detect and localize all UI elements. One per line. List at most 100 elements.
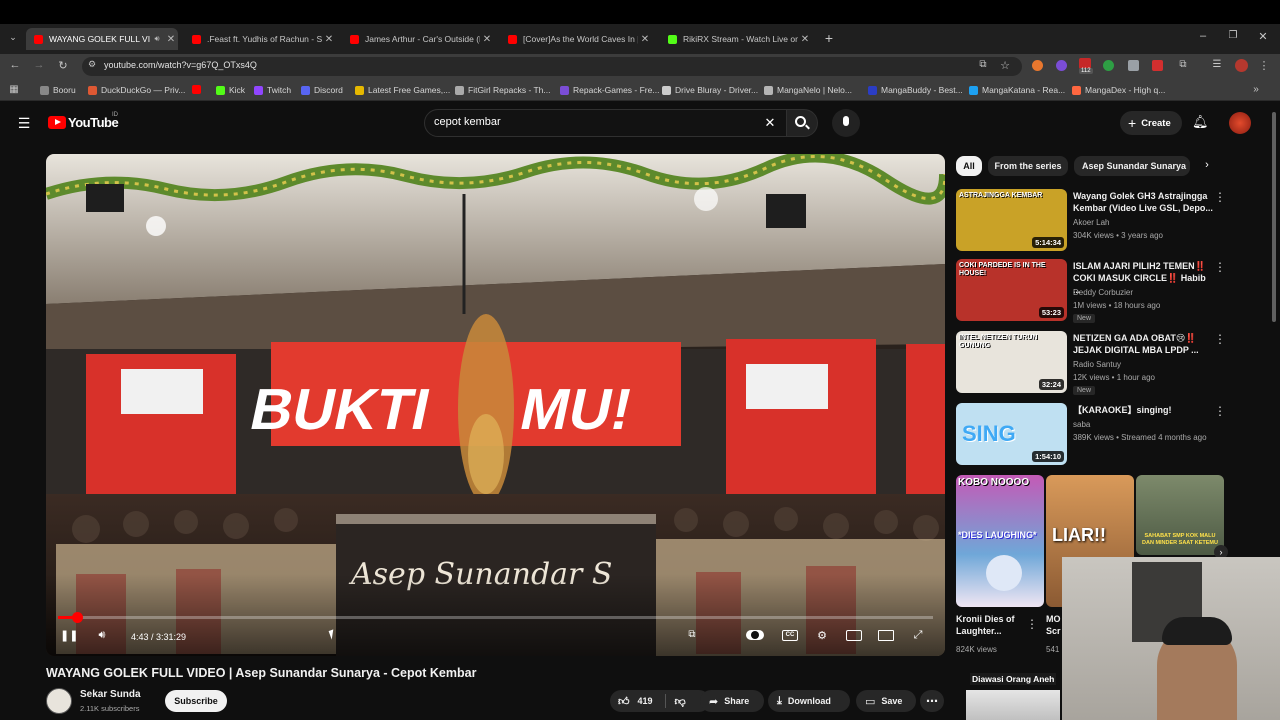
bookmark-item[interactable]: [192, 85, 205, 94]
subscribe-button[interactable]: Subscribe: [165, 690, 227, 712]
notifications-bell-icon[interactable]: 🔔︎: [1192, 114, 1209, 130]
short-thumbnail[interactable]: SAHABAT SMP KOK MALU DAN MINDER SAAT KET…: [1136, 475, 1224, 555]
bookmark-star-icon[interactable]: ☆: [998, 59, 1012, 72]
download-button[interactable]: ⤓ Download: [768, 690, 850, 712]
short-title[interactable]: MO Scr: [1046, 613, 1062, 637]
bookmark-item[interactable]: Drive Bluray - Driver...: [662, 85, 758, 95]
browser-tab[interactable]: WAYANG GOLEK FULL VIDE🔊︎✕: [26, 28, 178, 50]
extension-icon[interactable]: [1128, 60, 1139, 71]
reading-list-icon[interactable]: ☰: [1210, 59, 1224, 70]
dislike-icon[interactable]: 👎︎: [675, 695, 686, 708]
bookmark-item[interactable]: Repack-Games - Fre...: [560, 85, 659, 95]
extensions-puzzle-icon[interactable]: ⧉: [1176, 59, 1190, 70]
bookmark-item[interactable]: Discord: [301, 85, 343, 95]
profile-avatar[interactable]: [1235, 59, 1248, 72]
hamburger-menu-icon[interactable]: ☰: [16, 115, 32, 132]
search-input-value[interactable]: cepot kembar: [434, 116, 501, 128]
bookmark-item[interactable]: DuckDuckGo — Priv...: [88, 85, 185, 95]
back-icon[interactable]: ←: [8, 59, 22, 71]
recommendation-menu-icon[interactable]: ⋮: [1214, 404, 1226, 418]
restore-icon[interactable]: ❐: [1226, 30, 1240, 41]
recommendation-channel[interactable]: Deddy Corbuzier: [1073, 288, 1133, 297]
browser-tab[interactable]: .Feast ft. Yudhis of Rachun - Se ✕: [184, 28, 336, 50]
fullscreen-icon[interactable]: ⤢: [910, 629, 926, 642]
bookmark-item[interactable]: MangaBuddy - Best...: [868, 85, 963, 95]
theater-mode-icon[interactable]: [878, 630, 894, 641]
recommendation-thumbnail[interactable]: INTEL NETIZEN TURUN GUNUNG 32:24: [956, 331, 1067, 393]
chapters-icon[interactable]: ⧉: [684, 629, 700, 640]
miniplayer-icon[interactable]: [846, 630, 862, 641]
browser-tab[interactable]: [Cover]As the World Caves In | ✕: [500, 28, 652, 50]
bookmark-item[interactable]: Kick: [216, 85, 245, 95]
autoplay-toggle[interactable]: [746, 630, 764, 640]
more-bookmarks-icon[interactable]: »: [1250, 84, 1262, 95]
tab-search-icon[interactable]: ⌄: [6, 32, 20, 43]
bookmark-item[interactable]: MangaKatana - Rea...: [969, 85, 1065, 95]
pause-icon[interactable]: ❚❚: [60, 629, 78, 642]
bookmark-item[interactable]: Twitch: [254, 85, 291, 95]
account-avatar[interactable]: [1229, 112, 1251, 134]
recommendation-title[interactable]: 【KARAOKE】singing!: [1073, 404, 1213, 416]
tab-close-icon[interactable]: ✕: [322, 34, 336, 45]
share-button[interactable]: ➦ Share: [700, 690, 764, 712]
bookmark-item[interactable]: MangaDex - High q...: [1072, 85, 1165, 95]
short-menu-icon[interactable]: ⋮: [1026, 617, 1038, 631]
recommendation-thumbnail[interactable]: SING 1:54:10: [956, 403, 1067, 465]
forward-icon[interactable]: →: [32, 59, 46, 71]
tab-audio-icon[interactable]: 🔊︎: [150, 34, 164, 44]
short-title[interactable]: Kronii Dies of Laughter...: [956, 613, 1022, 637]
recommendation-title[interactable]: NETIZEN GA ADA OBAT😢‼️ JEJAK DIGITAL MBA…: [1073, 332, 1213, 356]
short-thumbnail[interactable]: [966, 690, 1060, 720]
clear-search-icon[interactable]: ✕: [763, 115, 777, 131]
new-tab-icon[interactable]: +: [822, 30, 836, 46]
video-player[interactable]: BUKTI MU! Asep Sunandar S: [46, 154, 945, 656]
recommendation-thumbnail[interactable]: COKI PARDEDE IS IN THE HOUSE! 53:23: [956, 259, 1067, 321]
tab-close-icon[interactable]: ✕: [798, 34, 812, 45]
recommendation-title[interactable]: Wayang Golek GH3 Astrajingga Kembar (Vid…: [1073, 190, 1213, 214]
reload-icon[interactable]: ↻: [56, 59, 70, 72]
youtube-logo-text[interactable]: YouTube: [68, 115, 119, 130]
channel-name[interactable]: Sekar Sunda: [80, 689, 141, 700]
channel-avatar[interactable]: [46, 688, 72, 714]
browser-menu-icon[interactable]: ⋮: [1258, 59, 1270, 72]
volume-icon[interactable]: 🔊︎: [94, 629, 110, 642]
captions-icon[interactable]: CC: [782, 630, 798, 641]
tab-close-icon[interactable]: ✕: [480, 34, 494, 45]
chip-asep-sunandar[interactable]: Asep Sunandar Sunarya: [1074, 156, 1190, 176]
extension-icon[interactable]: [1056, 60, 1067, 71]
recommendation-menu-icon[interactable]: ⋮: [1214, 190, 1226, 204]
bookmark-item[interactable]: Booru: [40, 85, 76, 95]
create-button[interactable]: + Create: [1120, 111, 1182, 135]
recommendation-menu-icon[interactable]: ⋮: [1214, 332, 1226, 346]
minimize-icon[interactable]: –: [1196, 30, 1210, 42]
site-info-icon[interactable]: ⚙: [86, 59, 98, 70]
close-window-icon[interactable]: ✕: [1256, 30, 1270, 43]
browser-tab[interactable]: James Arthur - Car's Outside (L ✕: [342, 28, 494, 50]
apps-grid-icon[interactable]: ▦: [8, 84, 20, 95]
chip-all[interactable]: All: [956, 156, 982, 176]
settings-gear-icon[interactable]: ⚙: [814, 629, 830, 642]
recommendation-channel[interactable]: saba: [1073, 420, 1090, 429]
url-text[interactable]: youtube.com/watch?v=g67Q_OTxs4Q: [104, 60, 257, 70]
like-count[interactable]: 419: [638, 696, 653, 706]
bookmark-item[interactable]: FitGirl Repacks - Th...: [455, 85, 551, 95]
like-icon[interactable]: 👍︎: [618, 695, 630, 708]
extension-icon[interactable]: [1032, 60, 1043, 71]
voice-search-button[interactable]: [832, 109, 860, 137]
short-thumbnail[interactable]: KOBO NOOOO *DIES LAUGHING*: [956, 475, 1044, 607]
extension-icon[interactable]: [1103, 60, 1114, 71]
recommendation-thumbnail[interactable]: ASTRAJINGGA KEMBAR 5:14:34: [956, 189, 1067, 251]
chip-from-series[interactable]: From the series: [988, 156, 1068, 176]
recommendation-menu-icon[interactable]: ⋮: [1214, 260, 1226, 274]
bookmark-item[interactable]: MangaNelo | Nelo...: [764, 85, 852, 95]
browser-tab[interactable]: RikiRX Stream - Watch Live on ✕: [660, 28, 812, 50]
install-app-icon[interactable]: ⧉: [976, 59, 990, 70]
youtube-logo-icon[interactable]: [48, 116, 66, 129]
progress-bar[interactable]: [58, 612, 933, 623]
recommendation-channel[interactable]: Radio Santuy: [1073, 360, 1121, 369]
tab-close-icon[interactable]: ✕: [638, 34, 652, 45]
bookmark-item[interactable]: Latest Free Games,...: [355, 85, 450, 95]
tab-close-icon[interactable]: ✕: [164, 34, 178, 45]
page-scrollbar[interactable]: [1272, 112, 1276, 322]
save-button[interactable]: ▭ Save: [856, 690, 916, 712]
